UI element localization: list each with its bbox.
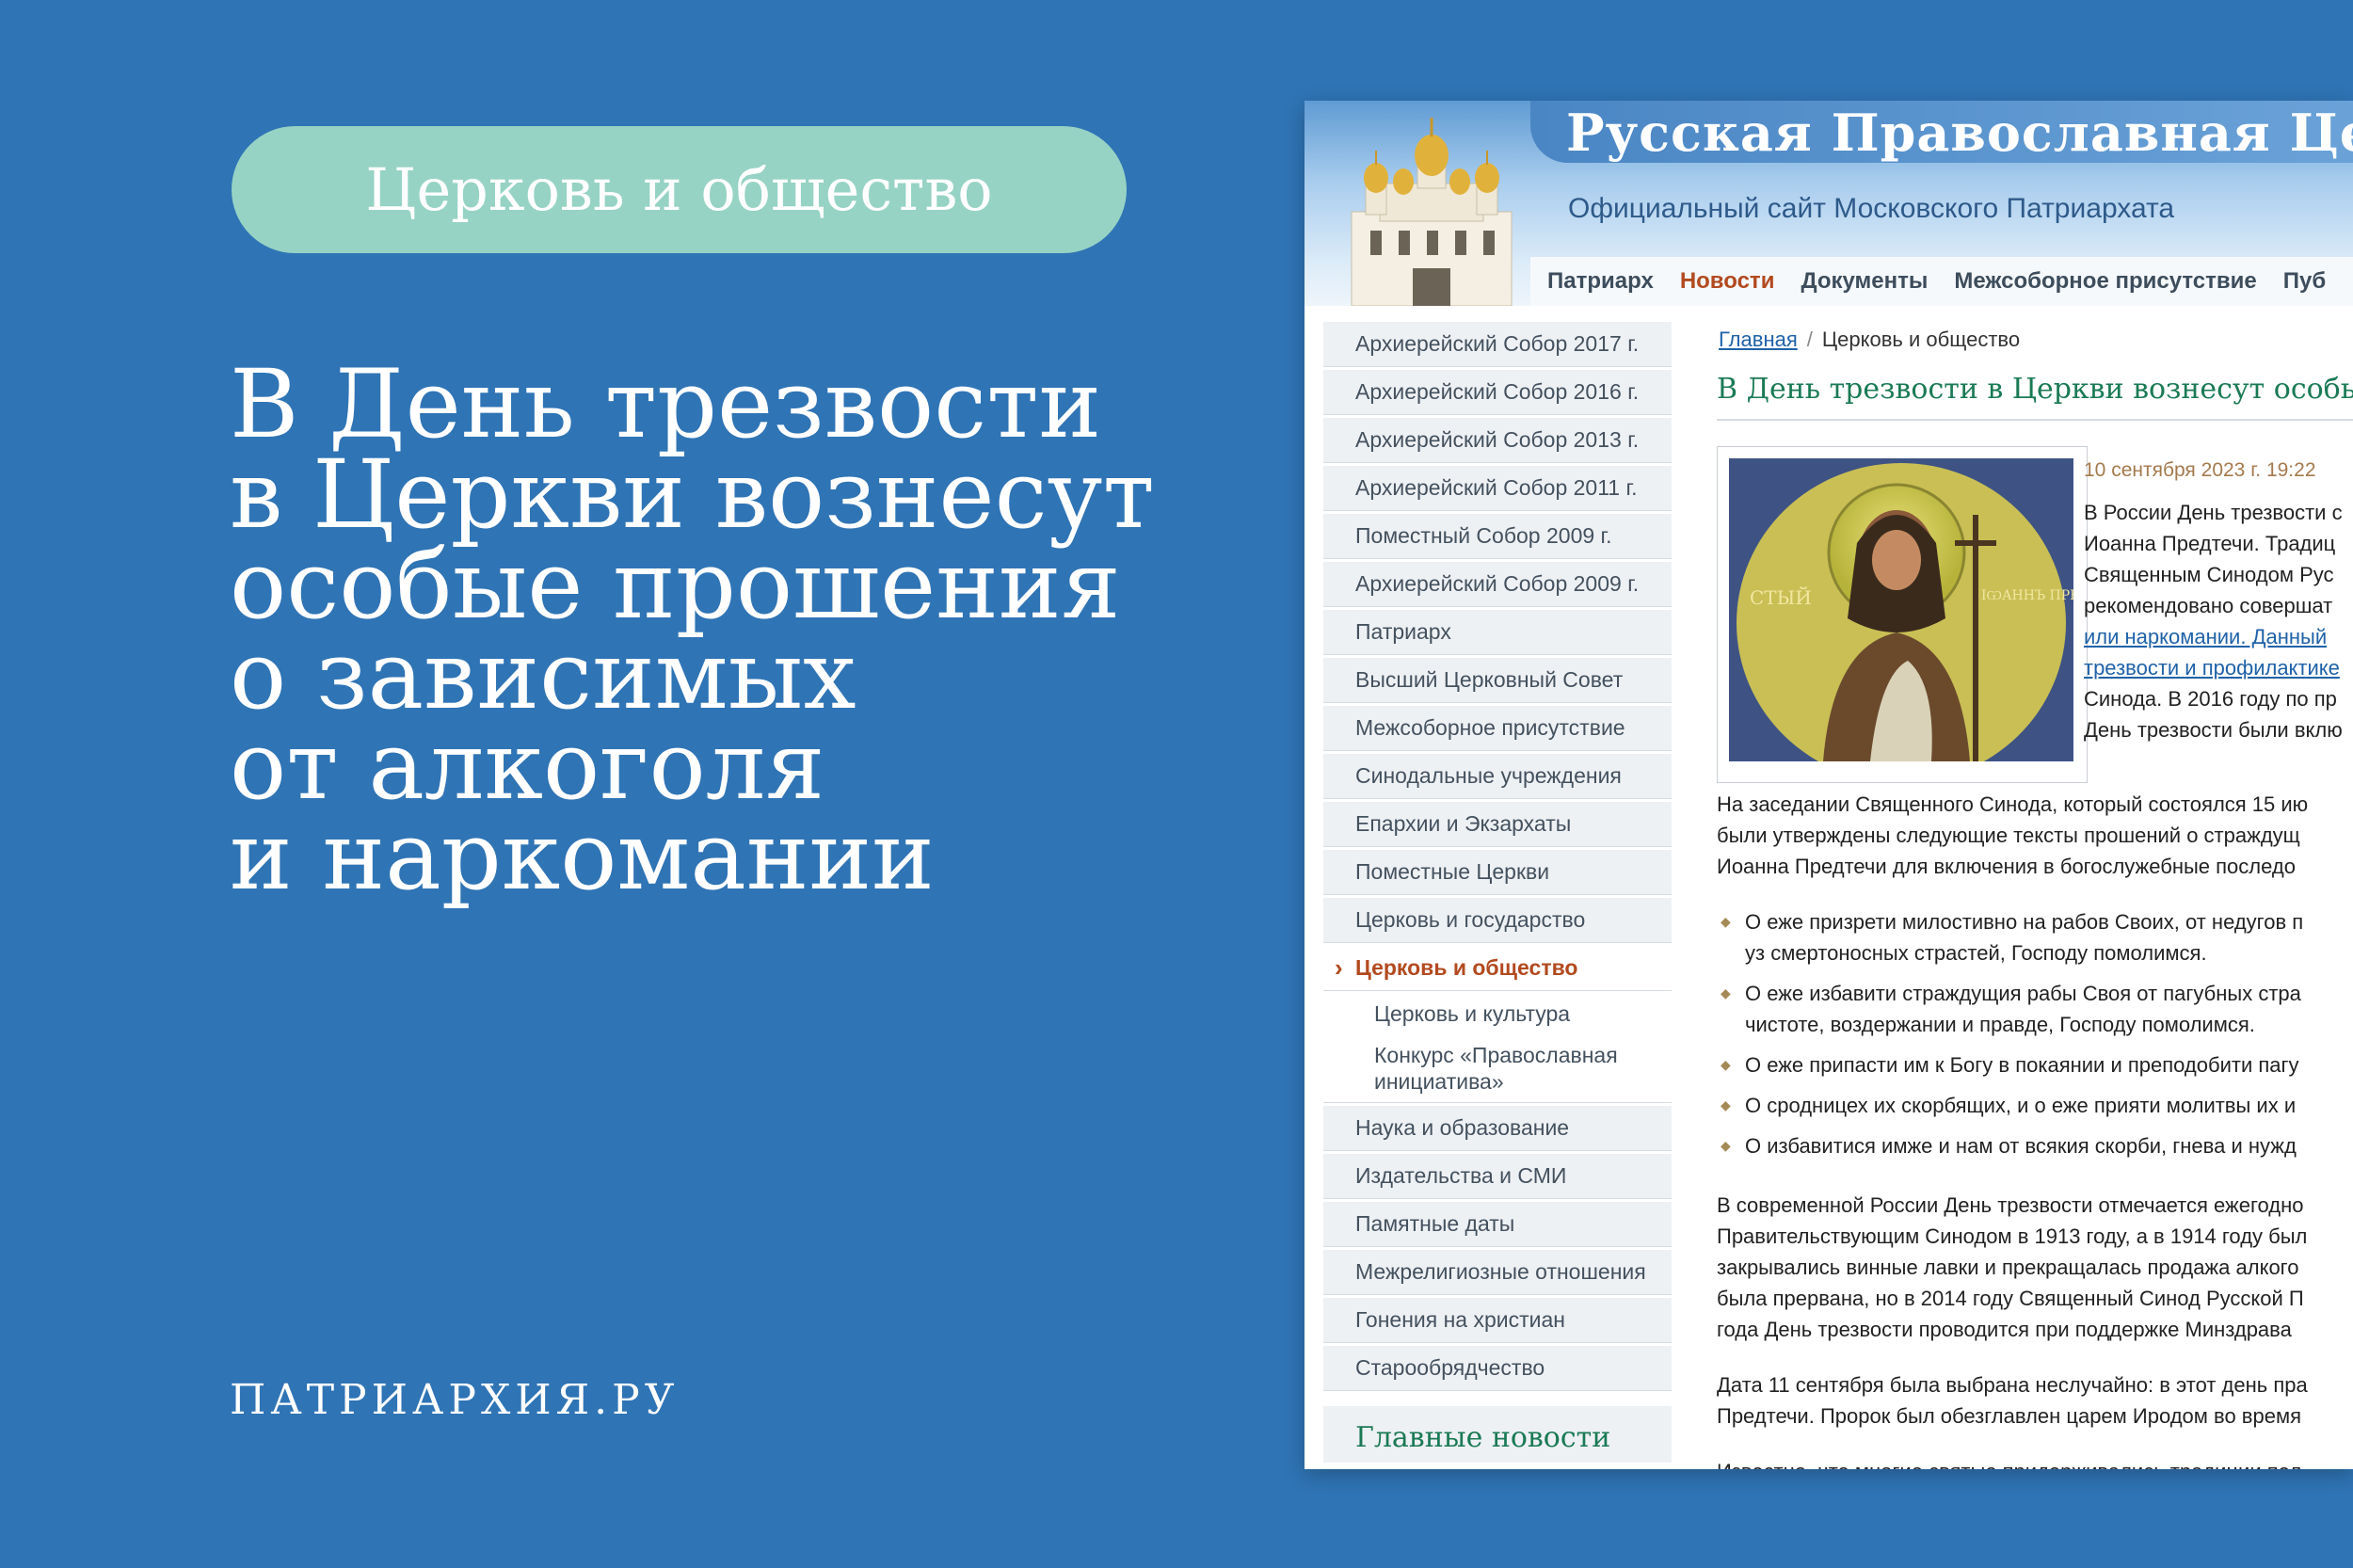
cathedral-icon (1351, 118, 1513, 306)
breadcrumb-separator: / (1806, 328, 1813, 351)
headline-line: о зависимых (230, 620, 856, 730)
sidebar-item[interactable]: Патриарх (1323, 610, 1672, 655)
list-item-line: чистоте, воздержании и правде, Господу п… (1745, 1013, 2255, 1036)
sidebar-item[interactable]: Межрелигиозные отношения (1323, 1250, 1672, 1295)
lead-line: Иоанна Предтечи. Традиц (2084, 532, 2336, 555)
sidebar-section-heading: Главные новости (1323, 1406, 1672, 1463)
site-subtitle: Официальный сайт Московского Патриархата (1568, 193, 2175, 224)
lead-line: Синода. В 2016 году по пр (2084, 687, 2337, 711)
headline: В День трезвости в Церкви вознесут особы… (230, 349, 1246, 911)
lead-line: В России День трезвости с (2084, 501, 2343, 524)
list-item: О еже избавити страждущия рабы Своя от п… (1717, 978, 2308, 1040)
sidebar-item[interactable]: Памятные даты (1323, 1202, 1672, 1247)
paragraph-line: были утверждены следующие тексты прошени… (1717, 824, 2300, 847)
sidebar-item[interactable]: Архиерейский Собор 2011 г. (1323, 466, 1672, 511)
sidebar-item[interactable]: Архиерейский Собор 2017 г. (1323, 322, 1672, 367)
article-image[interactable]: СТЫЙ ІѠАННЪ ПРЕТЕЧА (1717, 446, 2088, 783)
headline-line: от алкоголя (230, 711, 825, 821)
article-date: 10 сентября 2023 г. 19:22 (2084, 459, 2316, 481)
paragraph-line: Дата 11 сентября была выбрана неслучайно… (1717, 1373, 2308, 1397)
paragraph-line: Известно, что многие святые придерживали… (1717, 1460, 2301, 1469)
headline-line: в Церкви вознесут (230, 440, 1155, 550)
brand-logo-text: ПАТРИАРХИЯ.РУ (230, 1376, 680, 1424)
paragraph-line: была прервана, но в 2014 году Священный … (1717, 1287, 2304, 1310)
article-title: В День трезвости в Церкви вознесут особы… (1717, 373, 2353, 421)
lead-line: День трезвости были вклю (2084, 718, 2343, 742)
list-item-line: О сродницех их скорбящих, и о еже прияти… (1745, 1094, 2297, 1117)
sidebar-item-active[interactable]: Церковь и общество (1323, 946, 1672, 991)
sidebar-item[interactable]: Межсоборное присутствие (1323, 706, 1672, 751)
sidebar-item[interactable]: Поместный Собор 2009 г. (1323, 514, 1672, 559)
nav-item-publications[interactable]: Пуб (2283, 268, 2326, 295)
lead-line: Священным Синодом Рус (2084, 563, 2334, 586)
paragraph-line: года День трезвости проводится при подде… (1717, 1318, 2292, 1341)
top-navigation: Патриарх Новости Документы Межсоборное п… (1530, 257, 2353, 306)
sidebar-item[interactable]: Синодальные учреждения (1323, 754, 1672, 799)
website-screenshot: Русская Православная Церко Официальный с… (1305, 101, 2353, 1469)
sidebar-subitem[interactable]: Церковь и культура (1323, 994, 1672, 1034)
petitions-list: О еже призрети милостивно на рабов Своих… (1717, 906, 2308, 1161)
headline-line: и наркомании (230, 801, 935, 911)
sidebar-item[interactable]: Старообрядчество (1323, 1346, 1672, 1391)
list-item-line: О избавитися имже и нам от всякия скорби… (1745, 1134, 2297, 1158)
list-item-line: О еже избавити страждущия рабы Своя от п… (1745, 982, 2301, 1005)
nav-item-intercouncil[interactable]: Межсоборное присутствие (1954, 268, 2256, 295)
sidebar-item[interactable]: Наука и образование (1323, 1106, 1672, 1151)
headline-line: особые прошения (230, 530, 1121, 640)
list-item-line: уз смертоносных страстей, Господу помоли… (1745, 941, 2207, 965)
paragraph-line: Иоанна Предтечи для включения в богослуж… (1717, 855, 2296, 878)
list-item: О избавитися имже и нам от всякия скорби… (1717, 1130, 2308, 1161)
lead-link[interactable]: трезвости и профилактике (2084, 652, 2343, 683)
article-body: На заседании Священного Синода, который … (1717, 789, 2308, 1469)
sidebar-item[interactable]: Гонения на христиан (1323, 1298, 1672, 1343)
sidebar-item[interactable]: Епархии и Экзархаты (1323, 802, 1672, 847)
list-item: О еже призрети милостивно на рабов Своих… (1717, 906, 2308, 968)
paragraph-line: Правительствующим Синодом в 1913 году, а… (1717, 1224, 2308, 1248)
sidebar-item[interactable]: Архиерейский Собор 2013 г. (1323, 418, 1672, 463)
paragraph-line: В современной России День трезвости отме… (1717, 1193, 2304, 1217)
lead-link[interactable]: или наркомании. Данный (2084, 621, 2343, 652)
article-content: Главная / Церковь и общество В День трезво… (1696, 322, 2353, 1469)
sidebar-subitem-line: Конкурс «Православная (1374, 1043, 1618, 1067)
headline-line: В День трезвости (230, 349, 1102, 459)
paragraph-line: закрывались винные лавки и прекращалась … (1717, 1256, 2299, 1279)
article-paragraph: Дата 11 сентября была выбрана неслучайно… (1717, 1369, 2308, 1432)
nav-item-news[interactable]: Новости (1680, 268, 1775, 295)
list-item-line: О еже призрети милостивно на рабов Своих… (1745, 910, 2304, 934)
article-lead: В России День трезвости с Иоанна Предтеч… (2084, 497, 2343, 745)
site-title: Русская Православная Церко (1566, 103, 2353, 163)
paragraph-line: На заседании Священного Синода, который … (1717, 792, 2309, 816)
list-item: О сродницех их скорбящих, и о еже прияти… (1717, 1090, 2308, 1121)
site-banner: Русская Православная Церко Официальный с… (1305, 101, 2353, 306)
article-paragraph: На заседании Священного Синода, который … (1717, 789, 2308, 882)
sidebar-subitem-line: инициатива» (1374, 1069, 1504, 1094)
category-tag: Церковь и общество (232, 126, 1127, 253)
paragraph-line: Предтечи. Пророк был обезглавлен царем И… (1717, 1404, 2301, 1428)
list-item: О еже припасти им к Богу в покаянии и пр… (1717, 1049, 2308, 1080)
icon-inscription-right: ІѠАННЪ ПРЕТЕЧА (1981, 588, 2073, 603)
nav-item-documents[interactable]: Документы (1801, 268, 1928, 295)
sidebar: Архиерейский Собор 2017 г. Архиерейский … (1323, 322, 1672, 1463)
saint-icon-image: СТЫЙ ІѠАННЪ ПРЕТЕЧА (1729, 458, 2073, 761)
breadcrumb-current: Церковь и общество (1821, 328, 2021, 351)
breadcrumb-home-link[interactable]: Главная (1719, 328, 1798, 351)
nav-item-patriarch[interactable]: Патриарх (1547, 268, 1654, 295)
sidebar-item[interactable]: Высший Церковный Совет (1323, 658, 1672, 703)
sidebar-item[interactable]: Поместные Церкви (1323, 850, 1672, 895)
article-paragraph: Известно, что многие святые придерживали… (1717, 1456, 2308, 1469)
sidebar-item[interactable]: Архиерейский Собор 2009 г. (1323, 562, 1672, 607)
breadcrumb: Главная / Церковь и общество (1719, 328, 2353, 352)
list-item-line: О еже припасти им к Богу в покаянии и пр… (1745, 1053, 2299, 1077)
sidebar-subitem[interactable]: Конкурс «Православная инициатива» (1323, 1034, 1672, 1103)
lead-line: рекомендовано совершат (2084, 594, 2333, 617)
sidebar-item[interactable]: Архиерейский Собор 2016 г. (1323, 370, 1672, 415)
article-paragraph: В современной России День трезвости отме… (1717, 1190, 2308, 1345)
sidebar-item[interactable]: Церковь и государство (1323, 898, 1672, 943)
icon-inscription-left: СТЫЙ (1750, 585, 1812, 609)
sidebar-item[interactable]: Издательства и СМИ (1323, 1154, 1672, 1199)
